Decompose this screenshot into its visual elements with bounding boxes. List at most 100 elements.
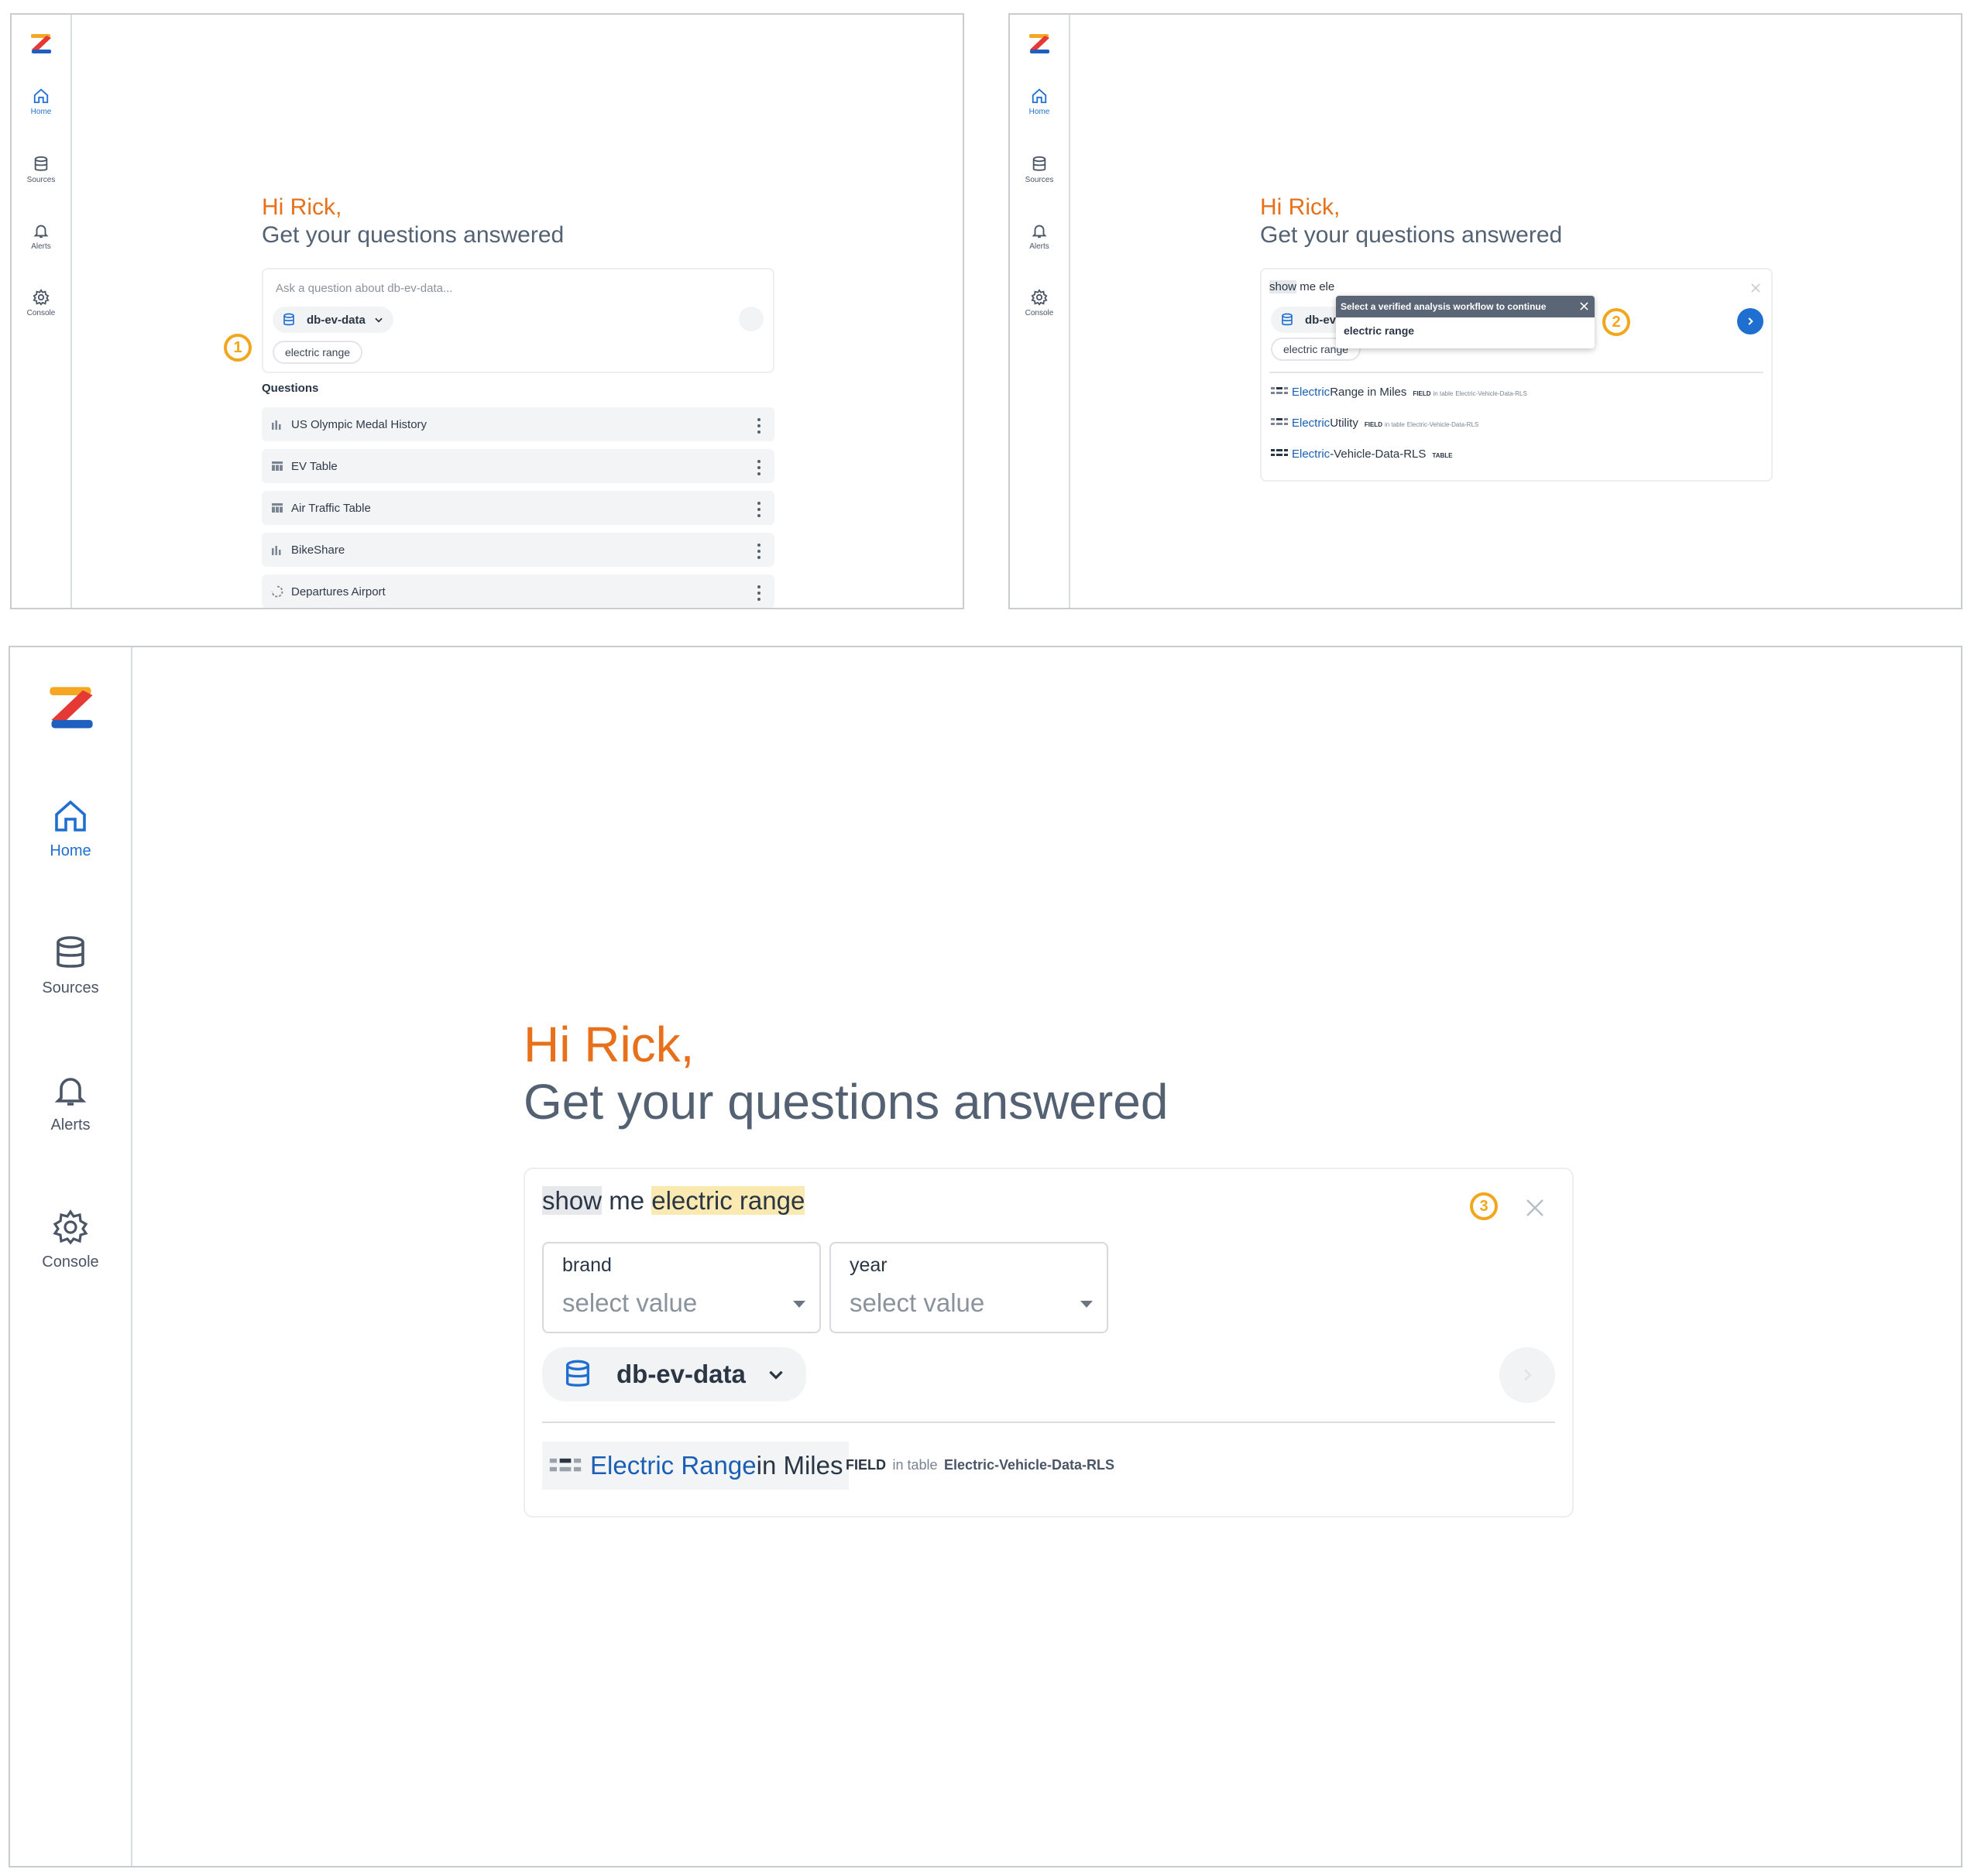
kebab-menu-icon[interactable]: [757, 460, 761, 478]
question-label: EV Table: [291, 459, 338, 473]
bell-icon: [1032, 225, 1047, 238]
nav-alerts[interactable]: Alerts: [1010, 222, 1069, 251]
suggestion-item[interactable]: Electric Range in Miles: [542, 1442, 850, 1490]
submit-button[interactable]: [1499, 1347, 1555, 1403]
home-icon: [1032, 88, 1047, 104]
nav-console[interactable]: Console: [10, 1209, 131, 1271]
chevron-down-icon: [375, 317, 383, 323]
screenshot-panel-2: Home Sources Alerts Console Hi Rick, Get…: [1008, 13, 1962, 609]
sidebar: Home Sources Alerts Console: [10, 647, 132, 1866]
question-input[interactable]: Ask a question about db-ev-data...: [276, 282, 452, 295]
question-row[interactable]: EV Table: [262, 449, 774, 483]
nav-alerts[interactable]: Alerts: [12, 222, 70, 251]
kebab-menu-icon[interactable]: [757, 418, 761, 437]
field-icon: [1271, 387, 1288, 394]
nav-console[interactable]: Console: [12, 289, 70, 317]
nav-console-label: Console: [26, 309, 56, 317]
suggestion-match: Electric: [1292, 417, 1331, 430]
nav-console-label: Console: [42, 1254, 99, 1271]
suggestion-kind: FIELD: [1413, 390, 1431, 397]
question-label: Departures Airport: [291, 585, 386, 598]
home-icon: [33, 88, 49, 104]
kebab-menu-icon[interactable]: [757, 544, 761, 562]
kebab-menu-icon[interactable]: [757, 585, 761, 604]
question-card: show me ele db-ev electric range Select …: [1260, 268, 1773, 482]
page-subtitle: Get your questions answered: [524, 1074, 1169, 1130]
suggestion-table: Electric-Vehicle-Data-RLS: [1406, 421, 1479, 428]
question-row[interactable]: BikeShare: [262, 533, 774, 567]
nav-alerts-label: Alerts: [50, 1116, 91, 1133]
datasource-selector[interactable]: db-ev-data: [542, 1347, 806, 1401]
table-icon: [272, 503, 283, 513]
questions-heading: Questions: [262, 382, 319, 395]
question-row[interactable]: Air Traffic Table: [262, 491, 774, 525]
suggestion-rest: -Vehicle-Data-RLS: [1330, 448, 1427, 461]
nav-alerts[interactable]: Alerts: [10, 1072, 131, 1134]
nav-sources-label: Sources: [26, 176, 56, 184]
loading-icon: [271, 585, 283, 598]
suggestion-rest: Utility: [1330, 417, 1358, 430]
step-marker: 2: [1602, 308, 1630, 336]
suggestion-item[interactable]: Electric -Vehicle-Data-RLS TABLE: [1271, 448, 1452, 461]
suggestion-kind: FIELD: [846, 1457, 886, 1473]
chevron-down-icon: [769, 1370, 783, 1380]
suggestion-match: Electric: [1292, 386, 1331, 399]
nav-sources[interactable]: Sources: [1010, 156, 1069, 184]
brand-filter-select[interactable]: brand select value: [542, 1242, 821, 1333]
bar-chart-icon: [272, 420, 281, 430]
page-subtitle: Get your questions answered: [262, 222, 565, 248]
sidebar: Home Sources Alerts Console: [12, 15, 72, 608]
question-row[interactable]: Departures Airport: [262, 574, 774, 608]
nav-sources[interactable]: Sources: [10, 935, 131, 997]
suggestion-in: in table: [1433, 390, 1454, 397]
tooltip-option[interactable]: electric range: [1336, 317, 1595, 337]
datasource-label: db-ev-data: [307, 313, 366, 327]
filter-placeholder: select value: [562, 1288, 698, 1317]
database-icon: [34, 156, 48, 171]
suggestion-in: in table: [1384, 421, 1405, 428]
database-icon: [566, 1360, 589, 1387]
suggestion-item[interactable]: Electric Range in Miles FIELD in table E…: [1271, 386, 1527, 399]
suggestion-in: in table: [892, 1457, 938, 1473]
chevron-right-icon: [1524, 1369, 1532, 1381]
table-icon: [272, 461, 283, 471]
suggestion-rest: in Miles: [756, 1451, 843, 1480]
kebab-menu-icon[interactable]: [757, 502, 761, 520]
nav-home[interactable]: Home: [12, 87, 70, 116]
caret-down-icon: [793, 1301, 805, 1308]
nav-home[interactable]: Home: [10, 797, 131, 860]
close-icon[interactable]: [1751, 283, 1760, 293]
year-filter-select[interactable]: year select value: [829, 1242, 1108, 1333]
datasource-selector[interactable]: db-ev-data: [273, 307, 393, 333]
submit-button[interactable]: [739, 307, 764, 331]
tooltip-title: Select a verified analysis workflow to c…: [1341, 301, 1547, 312]
close-icon[interactable]: [1580, 302, 1588, 310]
caret-down-icon: [1080, 1301, 1093, 1308]
suggestion-match: Electric: [1292, 448, 1331, 461]
database-icon: [283, 313, 294, 326]
nav-console[interactable]: Console: [1010, 289, 1069, 317]
filter-label: year: [850, 1254, 888, 1276]
datasource-label: db-ev: [1305, 313, 1337, 327]
suggested-chip[interactable]: electric range: [273, 341, 363, 364]
close-icon[interactable]: [1526, 1199, 1544, 1217]
question-card: Ask a question about db-ev-data... db-ev…: [262, 268, 774, 373]
home-icon: [55, 800, 86, 832]
question-input[interactable]: show me electric range: [542, 1186, 805, 1216]
app-logo-icon: [1029, 34, 1049, 53]
submit-button[interactable]: [1737, 308, 1763, 334]
nav-alerts-label: Alerts: [1029, 242, 1049, 251]
nav-alerts-label: Alerts: [31, 242, 51, 251]
nav-sources[interactable]: Sources: [12, 156, 70, 184]
step-marker: 1: [224, 334, 252, 362]
question-row[interactable]: US Olympic Medal History: [262, 407, 774, 441]
question-input[interactable]: show me ele: [1269, 280, 1334, 293]
database-icon: [57, 936, 84, 968]
nav-home[interactable]: Home: [1010, 87, 1069, 116]
suggestion-item[interactable]: Electric Utility FIELD in table Electric…: [1271, 417, 1478, 430]
nav-home-label: Home: [50, 842, 91, 859]
suggestion-meta: FIELD in table Electric-Vehicle-Data-RLS: [846, 1457, 1114, 1473]
table-field-icon: [1271, 449, 1288, 456]
nav-sources-label: Sources: [1025, 176, 1054, 184]
gear-icon: [33, 289, 50, 306]
